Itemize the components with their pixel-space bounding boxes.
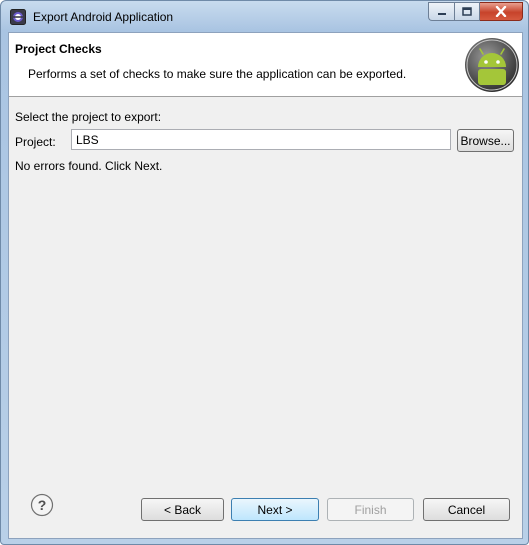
minimize-icon [437,12,446,15]
page-description: Performs a set of checks to make sure th… [28,67,407,81]
maximize-button[interactable] [454,2,480,21]
select-project-label: Select the project to export: [15,110,162,124]
status-message: No errors found. Click Next. [15,159,163,173]
close-button[interactable] [480,2,523,21]
close-icon [495,6,507,17]
project-label: Project: [15,135,56,149]
back-button[interactable]: < Back [141,498,224,521]
android-logo-icon [465,38,519,92]
browse-button[interactable]: Browse... [457,129,514,152]
cancel-button[interactable]: Cancel [423,498,510,521]
svg-text:?: ? [38,497,47,513]
export-dialog-window: Export Android Application Project Check… [0,0,529,545]
help-icon[interactable]: ? [30,493,54,517]
next-button[interactable]: Next > [231,498,319,521]
finish-button[interactable]: Finish [327,498,414,521]
eclipse-icon [10,9,26,25]
window-controls [428,2,523,21]
wizard-footer: ? < Back Next > Finish Cancel [9,473,522,537]
window-title: Export Android Application [33,10,174,24]
title-bar[interactable]: Export Android Application [1,1,528,31]
minimize-button[interactable] [428,2,454,21]
project-input[interactable] [71,129,451,150]
maximize-icon [462,7,472,16]
dialog-content: Project Checks Performs a set of checks … [8,32,523,539]
page-title: Project Checks [15,42,102,56]
wizard-header: Project Checks Performs a set of checks … [9,33,522,97]
